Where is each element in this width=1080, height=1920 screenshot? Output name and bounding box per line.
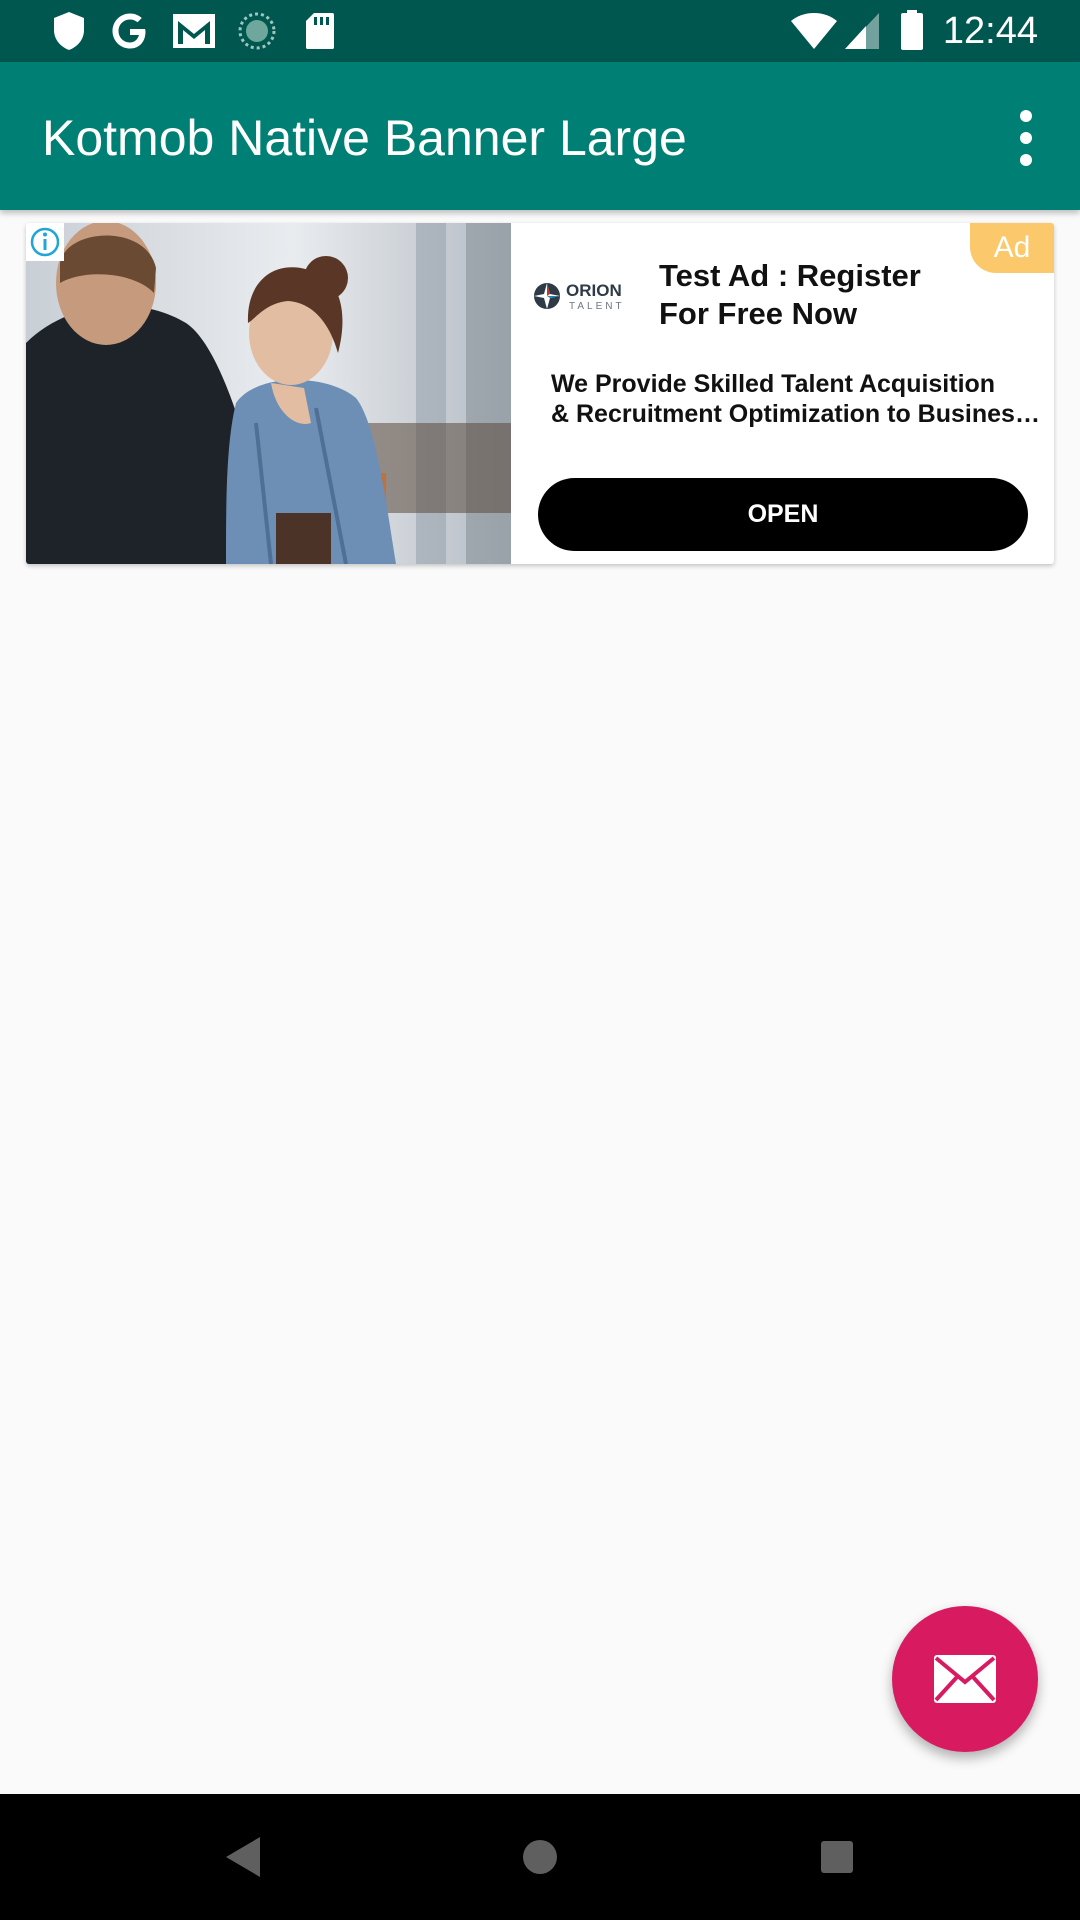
mail-icon [934, 1655, 996, 1703]
advertiser-logo[interactable]: ORION TALENT [533, 278, 637, 314]
shield-icon [54, 12, 84, 50]
wifi-icon [791, 13, 837, 49]
recents-icon[interactable] [807, 1827, 867, 1887]
ad-attribution-badge: Ad [970, 223, 1054, 273]
status-clock: 12:44 [942, 10, 1038, 52]
more-vert-icon[interactable] [994, 102, 1058, 174]
ad-body-line-1: We Provide Skilled Talent Acquisition [551, 370, 996, 398]
system-nav-bar [0, 1794, 1080, 1920]
battery-icon [901, 10, 923, 50]
mail-fab[interactable] [892, 1606, 1038, 1752]
home-icon[interactable] [510, 1827, 570, 1887]
sd-card-icon [306, 13, 334, 49]
ad-body-line-2: & Recruitment Optimization to Business… [551, 400, 1041, 428]
ad-open-button[interactable]: OPEN [538, 478, 1028, 551]
app-bar: Kotmob Native Banner Large [0, 62, 1080, 210]
sync-icon [238, 12, 276, 50]
app-title: Kotmob Native Banner Large [42, 110, 687, 166]
advertiser-logo-sub: TALENT [569, 301, 625, 312]
native-ad-card[interactable]: Ad ORION TALENT Test Ad : Register For F… [26, 223, 1054, 564]
google-icon [112, 13, 146, 49]
ad-body-text[interactable]: We Provide Skilled Talent Acquisition & … [551, 369, 1041, 429]
ad-media-image[interactable] [26, 223, 511, 564]
ad-headline[interactable]: Test Ad : Register For Free Now [659, 257, 959, 333]
signal-icon [845, 13, 879, 49]
info-icon[interactable] [26, 223, 64, 261]
gmail-icon [173, 14, 215, 48]
status-bar: 12:44 [0, 0, 1080, 62]
back-icon[interactable] [212, 1827, 272, 1887]
advertiser-logo-name: ORION [566, 281, 622, 300]
